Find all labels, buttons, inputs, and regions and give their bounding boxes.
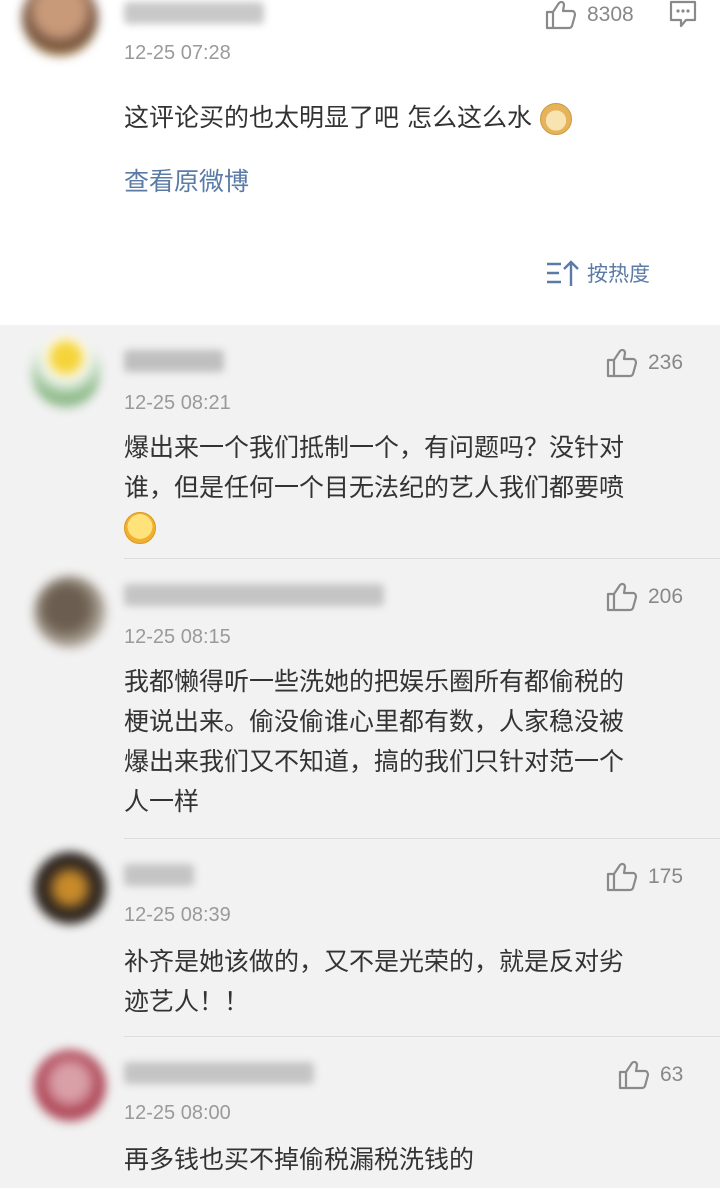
- like-count: 236: [648, 351, 684, 374]
- sort-label: 按热度: [587, 262, 650, 286]
- comment-line: 迹艺人！！: [124, 987, 250, 1016]
- comment-time: 12-25 08:15: [124, 626, 231, 648]
- avatar[interactable]: [22, 0, 98, 56]
- username[interactable]: [124, 2, 264, 24]
- comment-line: 补齐是她该做的，又不是光荣的，就是反对劣: [124, 947, 625, 976]
- username[interactable]: [124, 584, 384, 606]
- sort-icon: [547, 260, 579, 286]
- thumbs-up-icon: [618, 1060, 650, 1090]
- like-count: 8308: [587, 3, 634, 26]
- post-card: 8308 12-25 07:28 这评论买的也太明显了吧 怎么这么水 查看原微博…: [0, 0, 720, 325]
- avatar[interactable]: [32, 336, 100, 408]
- divider: [124, 558, 720, 559]
- avatar[interactable]: [34, 576, 106, 648]
- username[interactable]: [124, 864, 194, 886]
- like-button[interactable]: 8308: [545, 0, 634, 30]
- like-count: 175: [648, 865, 684, 888]
- like-count: 63: [660, 1063, 684, 1086]
- comment-time: 12-25 08:21: [124, 392, 231, 414]
- avatar[interactable]: [34, 1050, 106, 1122]
- avatar[interactable]: [34, 852, 106, 924]
- comment-text: 我都懒得听一些洗她的把娱乐圈所有都偷税的 梗说出来。偷没偷谁心里都有数，人家稳没…: [124, 662, 694, 822]
- comment-text: 补齐是她该做的，又不是光荣的，就是反对劣 迹艺人！！: [124, 942, 694, 1022]
- thumbs-up-icon: [545, 0, 577, 30]
- comment-time: 12-25 08:39: [124, 904, 231, 926]
- comment-line: 爆出来我们又不知道，搞的我们只针对范一个: [124, 747, 625, 776]
- thumbs-up-icon: [606, 348, 638, 378]
- view-original-link[interactable]: 查看原微博: [124, 162, 249, 198]
- post-text: 这评论买的也太明显了吧 怎么这么水: [124, 98, 694, 138]
- comment-line: 爆出来一个我们抵制一个，有问题吗？没针对: [124, 433, 625, 462]
- comment-line: 人一样: [124, 787, 200, 816]
- username[interactable]: [124, 1062, 314, 1084]
- doge-emoji-icon: [539, 103, 572, 135]
- thumbs-up-icon: [606, 582, 638, 612]
- username[interactable]: [124, 350, 224, 372]
- post-time: 12-25 07:28: [124, 42, 231, 64]
- comment-line: 我都懒得听一些洗她的把娱乐圈所有都偷税的: [124, 667, 625, 696]
- divider: [124, 838, 720, 839]
- thumbs-up-icon: [606, 862, 638, 892]
- like-count: 206: [648, 585, 684, 608]
- sort-by-hot-button[interactable]: 按热度: [545, 258, 650, 288]
- post-text-body: 这评论买的也太明显了吧 怎么这么水: [124, 103, 532, 132]
- comment-time: 12-25 08:00: [124, 1102, 231, 1124]
- comment-text: 再多钱也买不掉偷税漏税洗钱的: [124, 1140, 694, 1180]
- comment-line: 谁，但是任何一个目无法纪的艺人我们都要喷: [124, 473, 625, 502]
- comment-icon[interactable]: [668, 0, 698, 34]
- like-button[interactable]: 175: [606, 862, 683, 892]
- like-button[interactable]: 236: [606, 348, 683, 378]
- comment-line: 梗说出来。偷没偷谁心里都有数，人家稳没被: [124, 707, 625, 736]
- comment-line: 再多钱也买不掉偷税漏税洗钱的: [124, 1145, 475, 1174]
- like-button[interactable]: 63: [618, 1060, 683, 1090]
- like-button[interactable]: 206: [606, 582, 683, 612]
- smirk-emoji-icon: [124, 512, 156, 544]
- comment-text: 爆出来一个我们抵制一个，有问题吗？没针对 谁，但是任何一个目无法纪的艺人我们都要…: [124, 428, 694, 548]
- divider: [124, 1036, 720, 1037]
